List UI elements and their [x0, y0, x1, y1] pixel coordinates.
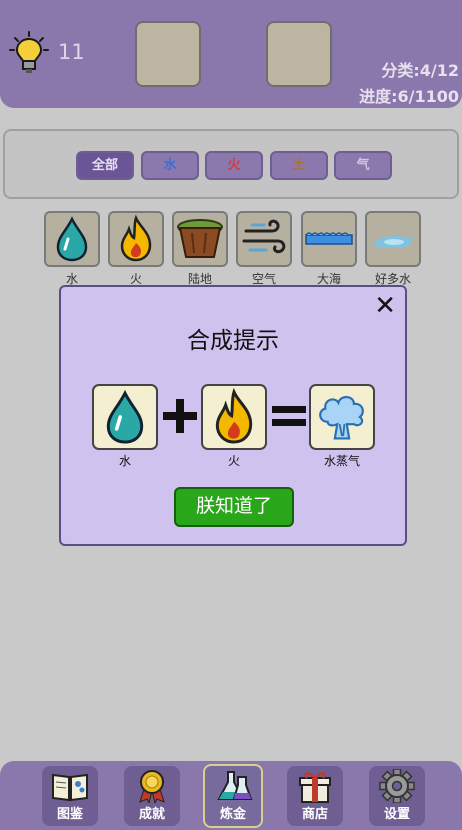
element-sea[interactable]: 大海	[301, 211, 357, 287]
nav-label: 图鉴	[56, 807, 83, 822]
equals-icon	[272, 406, 306, 426]
acknowledge-button[interactable]: 朕知道了	[174, 487, 294, 527]
flask-icon	[217, 771, 253, 800]
filter-water-button[interactable]: 水	[141, 151, 199, 180]
element-water[interactable]: 水	[44, 211, 100, 287]
water-drop-icon	[92, 384, 158, 450]
result-label: 水蒸气	[323, 454, 360, 468]
combine-slot-2[interactable]	[266, 21, 332, 87]
category-progress: 分类:4/12	[381, 61, 459, 80]
element-fire[interactable]: 火	[108, 211, 164, 287]
nav-achievements[interactable]: 成就	[124, 766, 180, 826]
nav-encyclopedia[interactable]: 图鉴	[42, 766, 98, 826]
combination-hint-dialog: ✕ 合成提示 水 火 水蒸气 朕知道了	[59, 285, 407, 546]
ingredient-label: 火	[227, 454, 240, 468]
filter-fire-button[interactable]: 火	[205, 151, 263, 180]
wind-icon	[236, 211, 292, 267]
overall-progress: 进度:6/1100	[359, 87, 459, 106]
filter-earth-button[interactable]: 土	[270, 151, 328, 180]
nav-settings[interactable]: 设置	[369, 766, 425, 826]
nav-alchemy[interactable]: 炼金	[203, 764, 263, 828]
recipe-result: 水蒸气	[309, 384, 375, 469]
dialog-title: 合成提示	[187, 328, 279, 354]
bottom-nav: 图鉴 成就 炼金 商店 设置	[0, 761, 462, 830]
top-bar: 11 分类:4/12 进度:6/1100	[0, 0, 462, 108]
fire-icon	[201, 384, 267, 450]
plus-icon	[163, 399, 197, 433]
element-lots-of-water[interactable]: 好多水	[365, 211, 421, 287]
filter-air-button[interactable]: 气	[334, 151, 392, 180]
element-air[interactable]: 空气	[236, 211, 292, 287]
gear-icon	[379, 769, 415, 803]
lightbulb-icon[interactable]	[8, 30, 50, 76]
close-icon[interactable]: ✕	[374, 293, 396, 319]
nav-label: 成就	[138, 807, 165, 822]
filter-all-button[interactable]: 全部	[76, 151, 134, 180]
element-land[interactable]: 陆地	[172, 211, 228, 287]
nav-label: 设置	[383, 807, 410, 822]
nav-label: 商店	[301, 807, 328, 822]
book-icon	[52, 773, 88, 802]
medal-icon	[139, 770, 165, 803]
combine-slot-1[interactable]	[135, 21, 201, 87]
steam-icon	[309, 384, 375, 450]
ingredient-label: 水	[118, 454, 131, 468]
hint-count: 11	[58, 40, 85, 64]
recipe-ingredient-b: 火	[201, 384, 267, 469]
gift-icon	[299, 772, 331, 803]
filter-bar: 全部 水 火 土 气	[3, 129, 459, 199]
nav-shop[interactable]: 商店	[287, 766, 343, 826]
nav-label: 炼金	[219, 807, 246, 822]
fire-icon	[108, 211, 164, 267]
water-drop-icon	[44, 211, 100, 267]
recipe-ingredient-a: 水	[92, 384, 158, 469]
land-icon	[172, 211, 228, 267]
puddle-icon	[365, 211, 421, 267]
sea-icon	[301, 211, 357, 267]
